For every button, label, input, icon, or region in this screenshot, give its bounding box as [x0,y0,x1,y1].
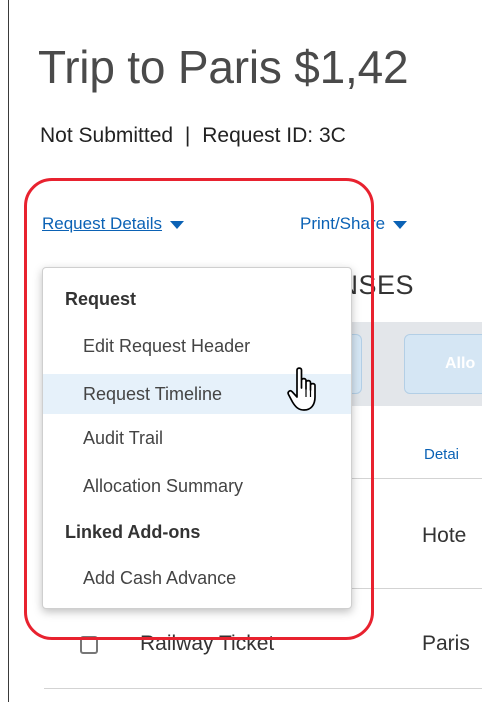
allocate-button-label: Allo [445,355,476,372]
allocate-button[interactable]: Allo [404,334,482,394]
status-text: Not Submitted [40,124,174,147]
request-id: Request ID: 3C [202,124,346,147]
page-title: Trip to Paris $1,42 [38,41,409,93]
subtitle-separator: | [184,124,191,147]
row-detail-cell: Hote [422,524,467,547]
table-row-divider [44,688,482,689]
window-left-border [8,0,9,702]
caret-down-icon [393,220,408,229]
request-subtitle: Not Submitted | Request ID: 3C [40,124,346,148]
highlight-annotation-ring [24,178,374,640]
row-detail-cell: Paris [422,632,470,655]
column-header-details[interactable]: Detai [424,446,459,463]
